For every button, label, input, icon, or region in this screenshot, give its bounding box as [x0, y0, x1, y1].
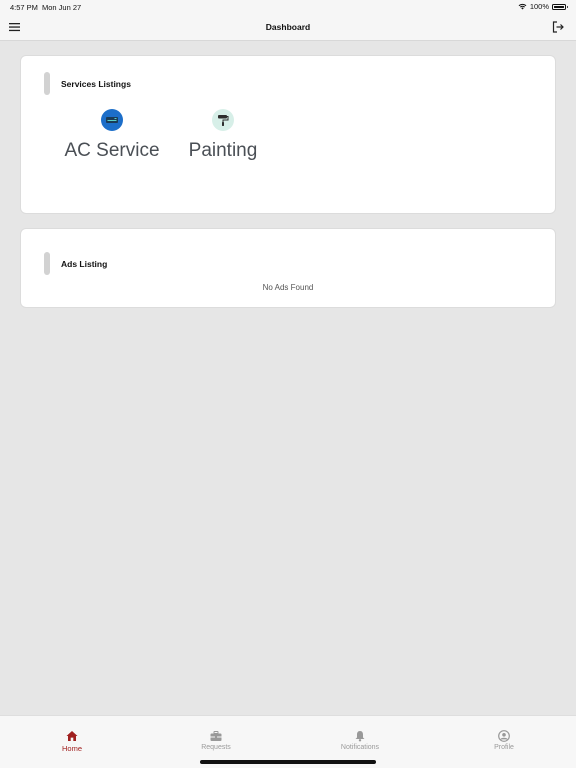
- service-label: AC Service: [64, 140, 160, 161]
- ads-section-title: Ads Listing: [61, 259, 108, 269]
- page-title: Dashboard: [265, 22, 311, 32]
- tab-label: Requests: [201, 744, 231, 751]
- home-indicator: [200, 760, 376, 764]
- tab-notifications[interactable]: Notifications: [315, 730, 405, 751]
- app-screen: 4:57 PM Mon Jun 27 100% Dashboard Servic…: [0, 0, 576, 768]
- paint-roller-icon: [212, 109, 234, 131]
- tab-profile[interactable]: Profile: [459, 730, 549, 751]
- service-label: Painting: [188, 140, 258, 161]
- tab-requests[interactable]: Requests: [171, 730, 261, 751]
- services-section-title: Services Listings: [61, 79, 131, 89]
- status-time: 4:57 PM: [10, 3, 38, 12]
- logout-icon[interactable]: [551, 20, 565, 34]
- wifi-icon: [518, 3, 527, 10]
- profile-icon: [498, 730, 510, 742]
- air-conditioner-icon: [101, 109, 123, 131]
- tab-label: Home: [61, 744, 82, 753]
- tab-label: Profile: [494, 744, 514, 751]
- status-right: 100%: [518, 2, 568, 11]
- services-listings-card: Services Listings AC Service Painting: [20, 55, 556, 214]
- home-icon: [66, 731, 78, 741]
- battery-percent: 100%: [529, 2, 549, 11]
- toolbox-icon: [210, 731, 222, 741]
- section-accent-bar: [44, 72, 50, 95]
- ads-listing-card: Ads Listing No Ads Found: [20, 228, 556, 308]
- section-accent-bar: [44, 252, 50, 275]
- navigation-bar: Dashboard: [0, 14, 576, 41]
- tab-label: Notifications: [340, 744, 380, 751]
- status-date: Mon Jun 27: [42, 3, 82, 12]
- tab-home[interactable]: Home: [27, 730, 117, 753]
- empty-state-text: No Ads Found: [262, 283, 314, 292]
- service-item-ac-service[interactable]: AC Service: [47, 109, 177, 162]
- bell-icon: [355, 731, 365, 742]
- battery-icon: [552, 3, 568, 10]
- status-bar: 4:57 PM Mon Jun 27 100%: [0, 0, 576, 14]
- service-item-painting[interactable]: Painting: [183, 109, 263, 162]
- battery-fill: [554, 5, 564, 8]
